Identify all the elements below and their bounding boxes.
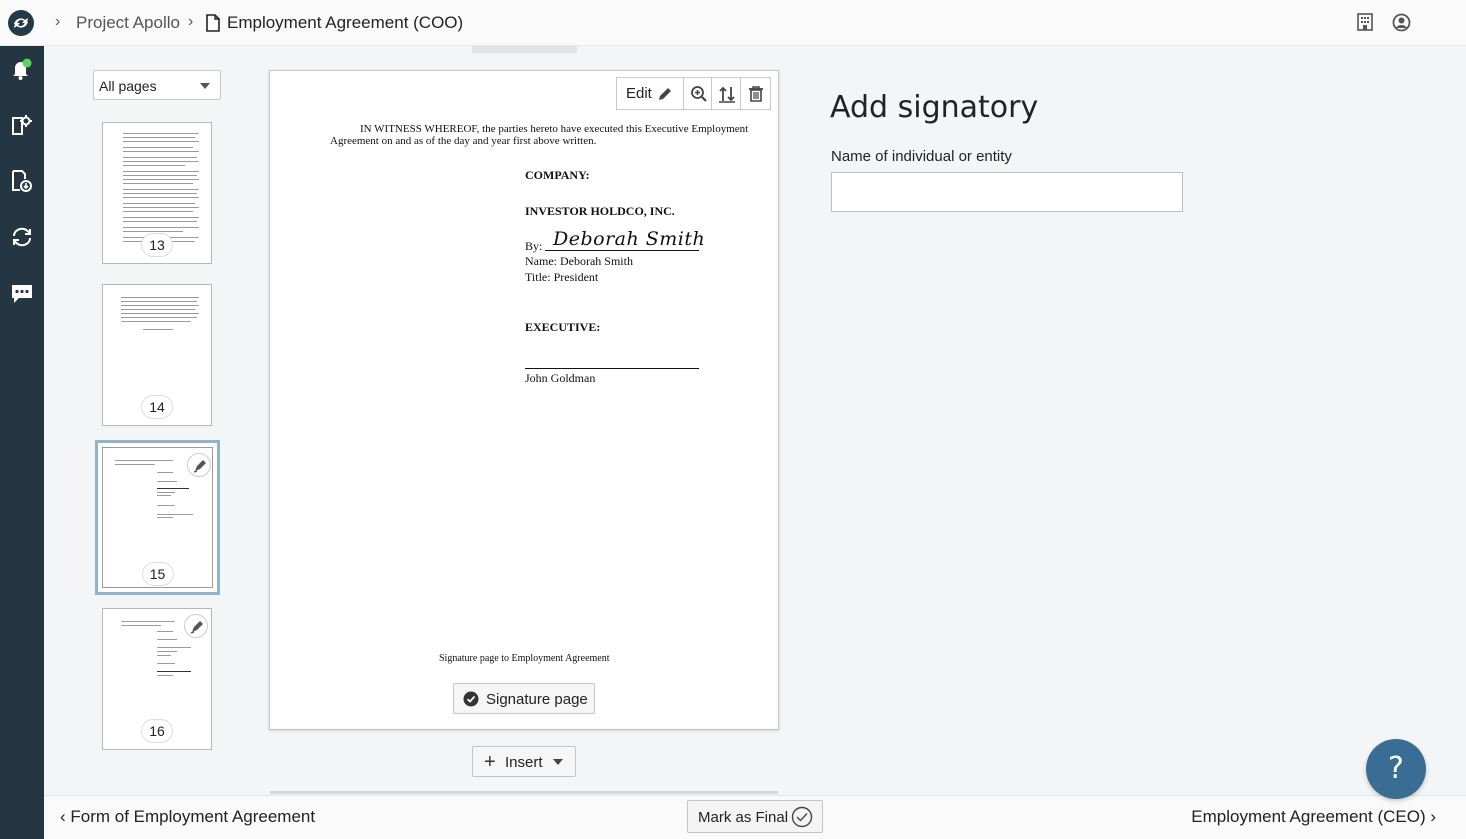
reorder-button[interactable] xyxy=(712,78,742,109)
caret-down-icon xyxy=(553,759,563,765)
left-rail xyxy=(0,46,44,839)
document-page xyxy=(269,70,779,730)
sort-arrows-icon xyxy=(719,86,736,103)
previous-document-link[interactable]: ‹ Form of Employment Agreement xyxy=(60,807,315,827)
insert-label: Insert xyxy=(505,754,543,771)
plus-icon: + xyxy=(484,751,496,773)
page-filter-select[interactable]: All pages xyxy=(93,70,221,100)
chevron-right-icon: › xyxy=(1425,807,1436,826)
breadcrumb-document[interactable]: Employment Agreement (COO) xyxy=(227,13,463,33)
building-icon[interactable] xyxy=(1356,13,1376,33)
chat-icon[interactable] xyxy=(10,282,34,306)
witness-line-1: IN WITNESS WHEREOF, the parties hereto h… xyxy=(360,123,749,135)
zoom-in-button[interactable] xyxy=(684,78,713,109)
page-filter-value: All pages xyxy=(99,78,157,94)
document-footer: Signature page to Employment Agreement xyxy=(439,653,610,664)
help-button[interactable]: ? xyxy=(1366,739,1426,799)
page-thumbnail-14[interactable]: 14 xyxy=(102,284,212,426)
page-number-badge: 13 xyxy=(141,233,173,257)
executive-name: John Goldman xyxy=(525,371,596,385)
check-circle-icon xyxy=(463,691,479,707)
next-document-link[interactable]: Employment Agreement (CEO) › xyxy=(1191,807,1436,827)
previous-page-edge xyxy=(472,46,577,53)
chevron-left-icon: ‹ xyxy=(60,807,71,826)
company-name: INVESTOR HOLDCO, INC. xyxy=(525,204,675,218)
page-number-badge: 15 xyxy=(141,562,174,586)
signatory-name-label: Name of individual or entity xyxy=(831,148,1012,165)
check-circle-outline-icon xyxy=(791,806,813,828)
notifications-icon[interactable] xyxy=(10,57,34,81)
signature-pen-icon xyxy=(187,453,211,477)
previous-document-label: Form of Employment Agreement xyxy=(70,807,316,826)
page-thumbnail-16[interactable]: 16 xyxy=(102,608,212,750)
executive-signature-line xyxy=(525,368,699,369)
signature-pen-icon xyxy=(184,614,208,638)
page-thumbnail-15[interactable]: 15 xyxy=(95,440,220,595)
insert-button[interactable]: + Insert xyxy=(472,746,576,777)
top-bar: › Project Apollo › Employment Agreement … xyxy=(0,0,1466,46)
signature-page-button[interactable]: Signature page xyxy=(453,683,595,714)
trash-icon xyxy=(749,86,764,102)
download-document-icon[interactable] xyxy=(10,169,34,193)
app-logo-icon[interactable] xyxy=(8,10,34,36)
signer-name-line: Name: Deborah Smith xyxy=(525,254,633,268)
next-page-edge xyxy=(270,791,778,794)
page-toolbar: Edit xyxy=(616,77,771,110)
signature-line xyxy=(545,250,699,251)
caret-down-icon xyxy=(200,83,210,89)
chevron-right-icon: › xyxy=(188,13,194,30)
panel-title: Add signatory xyxy=(830,90,1039,125)
breadcrumb-project[interactable]: Project Apollo xyxy=(76,13,180,33)
page-thumbnail-13[interactable]: 13 xyxy=(102,122,212,264)
signer-title-line: Title: President xyxy=(525,270,599,284)
witness-line-2: Agreement on and as of the day and year … xyxy=(330,135,597,147)
edit-label: Edit xyxy=(626,85,652,102)
delete-button[interactable] xyxy=(741,78,770,109)
pencil-icon xyxy=(658,88,671,100)
by-label: By: xyxy=(525,239,543,253)
mark-as-final-label: Mark as Final xyxy=(698,809,789,826)
chevron-right-icon: › xyxy=(55,13,61,30)
signature-page-label: Signature page xyxy=(486,691,588,708)
account-icon[interactable] xyxy=(1392,13,1412,33)
page-number-badge: 14 xyxy=(141,395,173,419)
sync-icon[interactable] xyxy=(10,225,34,249)
mark-as-final-button[interactable]: Mark as Final xyxy=(687,800,823,833)
zoom-in-icon xyxy=(690,86,707,102)
signatory-name-input[interactable] xyxy=(831,172,1183,212)
executive-heading: EXECUTIVE: xyxy=(525,320,601,334)
edit-button[interactable]: Edit xyxy=(617,78,684,109)
settings-document-icon[interactable] xyxy=(10,113,34,137)
signature-text: Deborah Smith xyxy=(553,228,706,250)
company-heading: COMPANY: xyxy=(525,168,590,182)
document-icon xyxy=(206,14,220,37)
page-number-badge: 16 xyxy=(141,719,173,743)
next-document-label: Employment Agreement (CEO) xyxy=(1191,807,1426,826)
